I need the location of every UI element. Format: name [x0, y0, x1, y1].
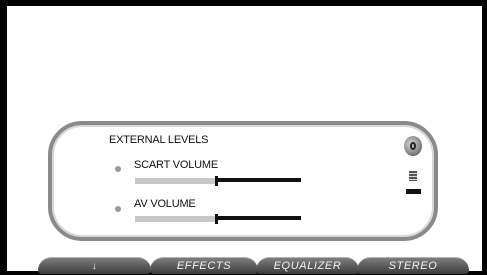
- scart-volume-slider[interactable]: [135, 176, 301, 186]
- av-volume-slider[interactable]: [135, 214, 301, 224]
- tab-stereo[interactable]: STEREO: [357, 257, 469, 274]
- frame-top: [0, 0, 487, 6]
- level-indicator-bar: [406, 189, 421, 194]
- av-volume-bullet-icon: [115, 206, 121, 212]
- slider-knob[interactable]: [215, 214, 218, 224]
- frame-left: [0, 0, 7, 275]
- slider-fill: [135, 178, 215, 184]
- level-meter-icon: [409, 171, 417, 181]
- tab-stereo-label: STEREO: [388, 260, 438, 272]
- tab-equalizer[interactable]: EQUALIZER: [256, 257, 359, 274]
- panel-title: EXTERNAL LEVELS: [109, 134, 209, 146]
- down-arrow-icon: ↓: [91, 260, 98, 272]
- slider-fill: [135, 216, 215, 222]
- tab-down[interactable]: ↓: [38, 257, 151, 274]
- scart-volume-label: SCART VOLUME: [134, 159, 218, 171]
- tab-effects[interactable]: EFFECTS: [150, 257, 258, 274]
- scart-volume-bullet-icon: [115, 166, 121, 172]
- tv-audio-screen: EXTERNAL LEVELS SCART VOLUME AV VOLUME ↓…: [0, 0, 487, 275]
- speaker-icon[interactable]: [404, 136, 422, 156]
- frame-right: [482, 0, 487, 275]
- tab-effects-label: EFFECTS: [176, 260, 232, 272]
- slider-rest: [217, 216, 301, 220]
- tab-equalizer-label: EQUALIZER: [273, 260, 342, 272]
- external-levels-panel: EXTERNAL LEVELS SCART VOLUME AV VOLUME: [48, 121, 438, 241]
- slider-knob[interactable]: [215, 176, 218, 186]
- av-volume-label: AV VOLUME: [134, 198, 196, 210]
- slider-rest: [217, 178, 301, 182]
- tab-bar: ↓ EFFECTS EQUALIZER STEREO: [0, 256, 487, 275]
